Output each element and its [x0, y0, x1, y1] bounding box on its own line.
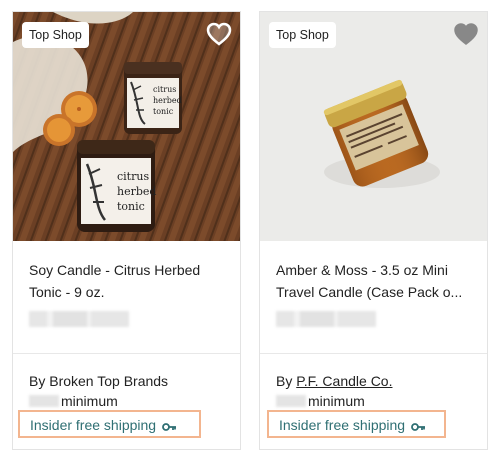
divider	[13, 353, 240, 354]
minimum-amount-placeholder	[29, 395, 59, 407]
heart-icon[interactable]	[206, 22, 232, 46]
svg-text:citrus: citrus	[117, 170, 149, 183]
product-title[interactable]: Amber & Moss - 3.5 oz Mini Travel Candle…	[276, 259, 476, 303]
insider-free-shipping-badge[interactable]: Insider free shipping	[18, 410, 201, 438]
product-title[interactable]: Soy Candle - Citrus Herbed Tonic - 9 oz.	[29, 259, 229, 303]
heart-icon[interactable]	[453, 22, 479, 46]
by-label: By	[29, 373, 50, 389]
svg-text:citrus: citrus	[153, 85, 176, 94]
price-placeholder	[29, 311, 129, 327]
minimum-row: minimum	[276, 392, 365, 410]
top-shop-badge: Top Shop	[269, 22, 336, 48]
product-card[interactable]: citrus herbed tonic citrus herbed tonic …	[12, 11, 241, 450]
insider-free-shipping-badge[interactable]: Insider free shipping	[267, 410, 446, 438]
product-card[interactable]: Top Shop Amber & Moss - 3.5 oz Mini Trav…	[259, 11, 488, 450]
svg-text:herbed: herbed	[153, 96, 182, 105]
svg-text:tonic: tonic	[153, 107, 174, 116]
svg-text:herbed: herbed	[117, 185, 156, 198]
brand-line: By Broken Top Brands	[29, 372, 168, 390]
minimum-label: minimum	[308, 393, 365, 409]
price-placeholder	[276, 311, 376, 327]
key-icon	[162, 423, 177, 431]
minimum-amount-placeholder	[276, 395, 306, 407]
brand-name: Broken Top Brands	[49, 373, 169, 389]
minimum-label: minimum	[61, 393, 118, 409]
minimum-row: minimum	[29, 392, 118, 410]
shipping-label: Insider free shipping	[279, 417, 406, 433]
by-label: By	[276, 373, 297, 389]
shipping-label: Insider free shipping	[30, 417, 157, 433]
top-shop-badge: Top Shop	[22, 22, 89, 48]
brand-line: By P.F. Candle Co.	[276, 372, 392, 390]
svg-text:tonic: tonic	[117, 200, 145, 213]
key-icon	[411, 423, 426, 431]
divider	[260, 353, 487, 354]
brand-link[interactable]: P.F. Candle Co.	[296, 373, 392, 389]
